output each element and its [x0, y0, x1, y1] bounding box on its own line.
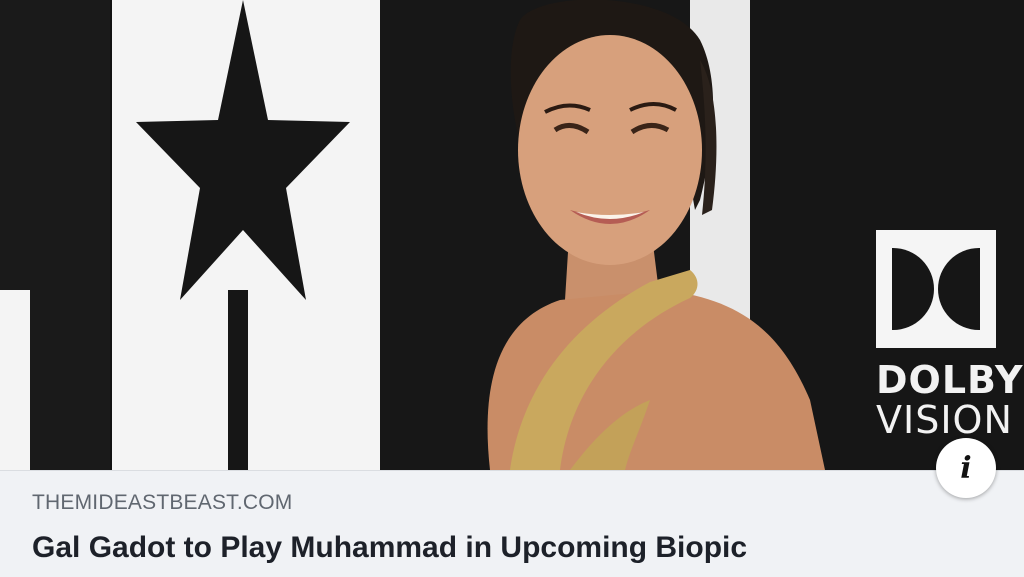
person-photo	[487, 0, 825, 470]
dolby-double-d-icon	[876, 230, 996, 348]
logo-line-2: VISION	[876, 398, 1013, 442]
article-headline[interactable]: Gal Gadot to Play Muhammad in Upcoming B…	[32, 531, 747, 565]
preview-image[interactable]: DOLBY VISION	[0, 0, 1024, 470]
dolby-vision-logo: DOLBY VISION	[876, 230, 1024, 442]
link-preview-card[interactable]: DOLBY VISION i THEMIDEASTBEAST.COM Gal G…	[0, 0, 1024, 577]
link-caption[interactable]: THEMIDEASTBEAST.COM Gal Gadot to Play Mu…	[0, 470, 1024, 577]
info-button[interactable]: i	[936, 438, 996, 498]
star-graphic	[136, 0, 350, 300]
logo-line-1: DOLBY	[876, 358, 1024, 402]
backdrop-panel	[0, 290, 30, 470]
source-domain: THEMIDEASTBEAST.COM	[32, 491, 293, 514]
info-icon: i	[960, 450, 972, 486]
star-stem	[228, 290, 248, 470]
